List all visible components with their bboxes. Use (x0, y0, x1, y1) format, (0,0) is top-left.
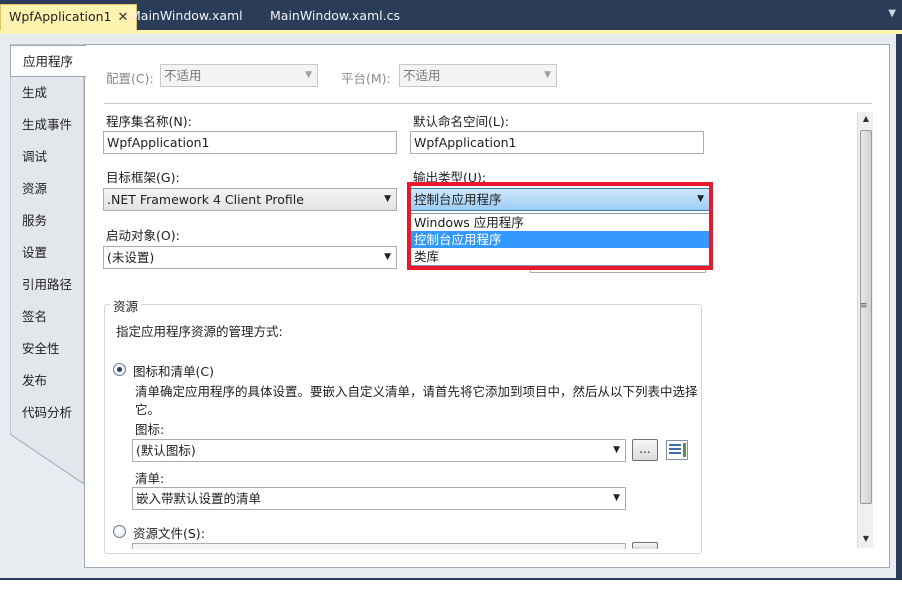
manifest-label: 清单: (135, 471, 165, 486)
category-tabs: 应用程序 生成 生成事件 调试 资源 服务 设置 引用路径 签名 安全性 发布 … (10, 44, 86, 484)
default-namespace-label: 默认命名空间(L): (413, 114, 509, 129)
assembly-name-input[interactable]: WpfApplication1 (103, 131, 397, 154)
scrollbar-grip-icon: ≡ (860, 301, 868, 311)
chevron-down-icon: ▼ (613, 493, 620, 503)
separator-line (104, 103, 872, 104)
icon-label: 图标: (135, 422, 165, 437)
tab-signing[interactable]: 签名 (10, 301, 84, 333)
platform-label: 平台(M): (341, 71, 391, 86)
startup-object-label: 启动对象(O): (106, 228, 180, 243)
scrollbar-thumb[interactable] (860, 130, 872, 504)
manifest-combo[interactable]: 嵌入带默认设置的清单 ▼ (132, 487, 626, 510)
tab-publish[interactable]: 发布 (10, 365, 84, 397)
icon-combo[interactable]: (默认图标) ▼ (132, 439, 626, 462)
tab-resources[interactable]: 资源 (10, 173, 84, 205)
tab-label: MainWindow.xaml (130, 8, 243, 23)
tab-label: WpfApplication1 (9, 9, 112, 24)
tab-mainwindow-xaml[interactable]: MainWindow.xaml (122, 4, 251, 30)
target-framework-value: .NET Framework 4 Client Profile (107, 192, 304, 207)
icon-manifest-radio[interactable] (113, 363, 126, 376)
icon-preview-icon (666, 440, 688, 460)
tab-reference-paths[interactable]: 引用路径 (10, 269, 84, 301)
resource-file-input[interactable] (132, 543, 626, 549)
tab-mainwindow-xaml-cs[interactable]: MainWindow.xaml.cs (262, 4, 408, 30)
manifest-value: 嵌入带默认设置的清单 (136, 491, 262, 506)
target-framework-label: 目标框架(G): (106, 170, 180, 185)
startup-object-combo[interactable]: (未设置) ▼ (103, 246, 397, 269)
chevron-down-icon: ▼ (544, 70, 551, 80)
target-framework-combo[interactable]: .NET Framework 4 Client Profile ▼ (103, 188, 397, 211)
tab-build[interactable]: 生成 (10, 77, 84, 109)
resources-group-title: 资源 (110, 296, 142, 315)
tab-label: MainWindow.xaml.cs (270, 8, 401, 23)
tab-build-events[interactable]: 生成事件 (10, 109, 84, 141)
assembly-name-label: 程序集名称(N): (106, 114, 192, 129)
icon-manifest-help-line1: 清单确定应用程序的具体设置。要嵌入自定义清单，请首先将它添加到项目中，然后从以下… (135, 384, 698, 399)
tab-code-analysis[interactable]: 代码分析 (10, 397, 84, 429)
tab-services[interactable]: 服务 (10, 205, 84, 237)
tab-debug[interactable]: 调试 (10, 141, 84, 173)
resources-description: 指定应用程序资源的管理方式: (116, 324, 283, 339)
resource-file-label: 资源文件(S): (133, 526, 205, 541)
platform-combo[interactable]: 不适用 ▼ (399, 64, 557, 87)
browse-icon-button[interactable]: ... (632, 439, 658, 461)
resource-file-radio[interactable] (113, 525, 126, 538)
scroll-up-icon[interactable]: ▲ (858, 112, 874, 126)
resources-group (104, 304, 702, 554)
document-tab-strip: WpfApplication1 ✕ MainWindow.xaml MainWin… (0, 0, 902, 30)
vertical-scrollbar[interactable]: ▲ ≡ ▼ (857, 112, 873, 548)
startup-object-value: (未设置) (107, 250, 155, 265)
platform-value: 不适用 (403, 68, 441, 83)
annotation-highlight-box (407, 182, 713, 270)
chevron-down-icon: ▼ (384, 194, 391, 204)
tab-settings[interactable]: 设置 (10, 237, 84, 269)
chevron-down-icon: ▼ (305, 70, 312, 80)
scroll-down-icon[interactable]: ▼ (858, 532, 874, 546)
tab-wpfapplication1[interactable]: WpfApplication1 ✕ (0, 4, 138, 30)
icon-manifest-help-line2: 它。 (135, 402, 161, 417)
browse-resource-file-button[interactable] (632, 542, 658, 549)
chevron-down-icon: ▼ (384, 252, 391, 262)
tab-application[interactable]: 应用程序 (10, 45, 86, 77)
icon-value: (默认图标) (136, 443, 196, 458)
chevron-down-icon: ▼ (613, 445, 620, 455)
tab-security[interactable]: 安全性 (10, 333, 84, 365)
tab-list-dropdown-icon[interactable]: ▼ (888, 8, 896, 19)
icon-manifest-label: 图标和清单(C) (133, 364, 214, 379)
default-namespace-input[interactable]: WpfApplication1 (410, 131, 704, 154)
configuration-combo[interactable]: 不适用 ▼ (160, 64, 318, 87)
configuration-label: 配置(C): (106, 71, 154, 86)
configuration-value: 不适用 (164, 68, 202, 83)
